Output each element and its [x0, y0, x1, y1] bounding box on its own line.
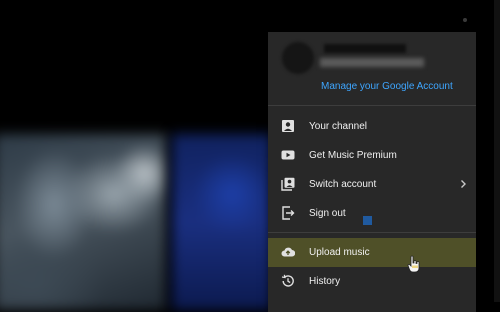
menu-item-label: Switch account [309, 179, 377, 190]
blurred-thumbnail-left[interactable] [0, 134, 166, 310]
menu-item-label: Sign out [309, 208, 346, 219]
cloud-upload-icon [281, 247, 295, 257]
avatar [282, 42, 314, 74]
account-box-icon [282, 120, 294, 132]
blurred-thumbnail-right[interactable] [172, 134, 282, 310]
youtube-play-icon [281, 150, 295, 160]
account-name-redacted [324, 44, 406, 53]
account-menu: Manage your Google Account Your channel … [268, 32, 476, 312]
menu-item-upload-music[interactable]: Upload music [268, 238, 476, 267]
chevron-right-icon [461, 180, 466, 188]
menu-item-label: History [309, 276, 341, 287]
hand-cursor-icon [407, 255, 420, 273]
menu-item-label: Get Music Premium [309, 150, 397, 161]
sign-out-icon [282, 206, 295, 220]
menu-item-label: Your channel [309, 121, 368, 132]
menu-item-get-music-premium[interactable]: Get Music Premium [268, 141, 476, 170]
manage-google-account-link[interactable]: Manage your Google Account [321, 81, 453, 92]
menu-item-label: Upload music [309, 247, 370, 258]
page-scrollbar[interactable] [494, 0, 500, 302]
account-header: Manage your Google Account [268, 32, 476, 105]
menu-item-history[interactable]: History [268, 267, 476, 296]
watermark-square [363, 216, 372, 225]
more-options-icon[interactable] [463, 18, 467, 22]
menu-item-sign-out[interactable]: Sign out [268, 199, 476, 228]
menu-item-switch-account[interactable]: Switch account [268, 170, 476, 199]
history-icon [281, 274, 294, 287]
account-email-redacted [320, 58, 424, 67]
menu-item-your-channel[interactable]: Your channel [268, 112, 476, 141]
switch-account-icon [281, 177, 295, 191]
